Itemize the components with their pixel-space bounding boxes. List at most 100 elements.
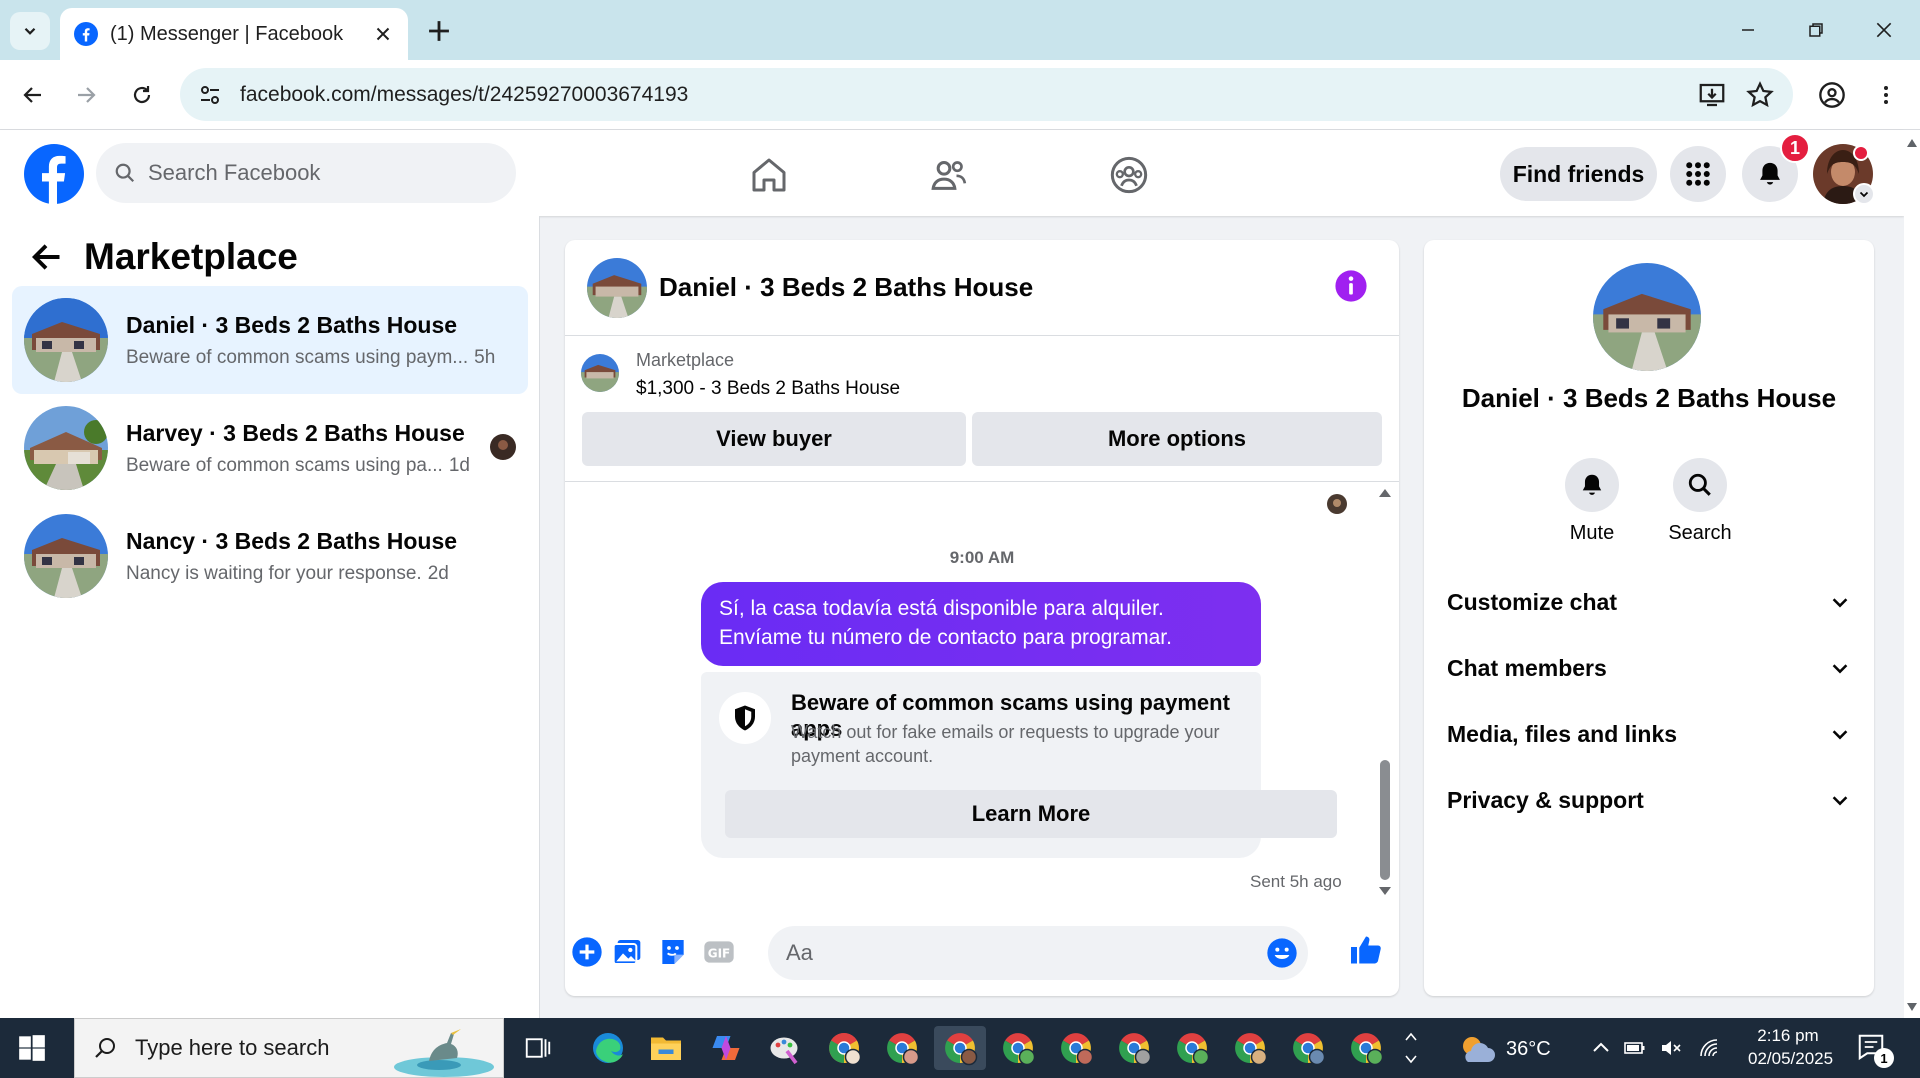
- section-customize-chat[interactable]: Customize chat: [1447, 576, 1851, 628]
- taskbar-file-explorer[interactable]: [640, 1026, 692, 1070]
- taskbar-chrome-1[interactable]: [818, 1026, 870, 1070]
- scroll-up-arrow-icon[interactable]: [1378, 488, 1392, 498]
- menu-button[interactable]: [1670, 146, 1726, 202]
- message-bubble[interactable]: Sí, la casa todavía está disponible para…: [701, 582, 1261, 666]
- conversation-item-nancy[interactable]: Nancy · 3 Beds 2 Baths House Nancy is wa…: [12, 502, 528, 610]
- shield-icon: [735, 705, 755, 731]
- chevron-down-icon: [1832, 598, 1848, 608]
- photo-icon[interactable]: [611, 936, 643, 968]
- facebook-search-box[interactable]: [96, 143, 516, 203]
- emoji-icon[interactable]: [1266, 937, 1298, 969]
- plus-circle-icon[interactable]: [571, 936, 603, 968]
- tab-search-button[interactable]: [10, 12, 50, 50]
- action-center-button[interactable]: 1: [1856, 1032, 1894, 1068]
- taskbar-scroll-icon[interactable]: [1404, 1030, 1418, 1066]
- info-icon[interactable]: [1334, 269, 1368, 303]
- find-friends-button[interactable]: Find friends: [1500, 147, 1657, 201]
- svg-text:GIF: GIF: [708, 946, 731, 960]
- install-app-icon[interactable]: [1697, 80, 1727, 110]
- listing-title[interactable]: $1,300 - 3 Beds 2 Baths House: [636, 378, 900, 400]
- friends-icon: [931, 161, 967, 190]
- chat-avatar[interactable]: [587, 257, 647, 318]
- address-bar[interactable]: facebook.com/messages/t/2425927000367419…: [180, 68, 1793, 121]
- weather-widget[interactable]: 36°C: [1456, 1032, 1551, 1066]
- more-options-button[interactable]: More options: [972, 412, 1382, 466]
- back-arrow-icon[interactable]: [28, 239, 64, 275]
- back-button[interactable]: [15, 77, 51, 113]
- minimize-button[interactable]: [1718, 10, 1778, 50]
- browser-menu-button[interactable]: [1868, 77, 1904, 113]
- message-input-wrap[interactable]: [768, 926, 1308, 980]
- section-privacy-support[interactable]: Privacy & support: [1447, 774, 1851, 826]
- nav-groups[interactable]: [1104, 150, 1154, 200]
- conversation-item-daniel[interactable]: Daniel · 3 Beds 2 Baths House Beware of …: [12, 286, 528, 394]
- restore-button[interactable]: [1786, 10, 1846, 50]
- taskbar-chrome-8[interactable]: [1224, 1026, 1276, 1070]
- groups-icon: [1110, 156, 1148, 194]
- account-menu-button[interactable]: [1853, 183, 1875, 205]
- url-text[interactable]: facebook.com/messages/t/2425927000367419…: [240, 83, 1697, 107]
- thumbs-up-icon[interactable]: [1348, 932, 1384, 968]
- taskbar-search-box[interactable]: Type here to search: [74, 1018, 504, 1078]
- taskbar-copilot[interactable]: [700, 1026, 752, 1070]
- seen-avatar: [1327, 494, 1347, 514]
- site-settings-icon[interactable]: [198, 83, 222, 107]
- task-view-button[interactable]: [512, 1026, 564, 1070]
- conversation-preview: Nancy is waiting for your response.: [126, 562, 422, 584]
- chrome-icon: [945, 1033, 978, 1066]
- gif-icon[interactable]: GIF: [703, 936, 735, 968]
- facebook-search-input[interactable]: [148, 160, 448, 186]
- conversation-item-harvey[interactable]: Harvey · 3 Beds 2 Baths House Beware of …: [12, 394, 528, 502]
- taskbar-chrome-4[interactable]: [992, 1026, 1044, 1070]
- taskbar-chrome-6[interactable]: [1108, 1026, 1160, 1070]
- mute-action[interactable]: Mute: [1542, 458, 1642, 545]
- close-tab-icon[interactable]: [372, 23, 394, 45]
- browser-tab-messenger[interactable]: (1) Messenger | Facebook: [60, 8, 408, 60]
- taskbar-chrome-9[interactable]: [1282, 1026, 1334, 1070]
- learn-more-button[interactable]: Learn More: [725, 790, 1337, 838]
- conversation-list-panel: Marketplace Daniel · 3 Beds 2 Baths Hous…: [0, 216, 540, 1018]
- scroll-down-arrow-icon[interactable]: [1906, 1002, 1918, 1012]
- taskbar-chrome-5[interactable]: [1050, 1026, 1102, 1070]
- taskbar-paint[interactable]: [758, 1026, 810, 1070]
- taskbar-edge[interactable]: [582, 1026, 634, 1070]
- listing-thumbnail: [581, 354, 619, 392]
- section-label: Media, files and links: [1447, 720, 1678, 747]
- sent-status: Sent 5h ago: [1250, 872, 1342, 891]
- view-buyer-button[interactable]: View buyer: [582, 412, 966, 466]
- message-thread[interactable]: 9:00 AM Sí, la casa todavía está disponi…: [565, 482, 1399, 906]
- section-media-files-links[interactable]: Media, files and links: [1447, 708, 1851, 760]
- scroll-up-arrow-icon[interactable]: [1906, 138, 1918, 148]
- sticker-icon[interactable]: [657, 936, 689, 968]
- page-scrollbar[interactable]: [1904, 130, 1920, 1018]
- message-input[interactable]: [786, 940, 1226, 966]
- new-tab-plus-icon[interactable]: [422, 14, 456, 48]
- scroll-down-arrow-icon[interactable]: [1378, 886, 1392, 896]
- profile-button[interactable]: [1814, 77, 1850, 113]
- chat-title[interactable]: Daniel · 3 Beds 2 Baths House: [659, 272, 1033, 303]
- wifi-icon[interactable]: [1696, 1036, 1722, 1060]
- nav-friends[interactable]: [924, 150, 974, 200]
- windows-start-icon[interactable]: [18, 1034, 46, 1062]
- taskbar-chrome-7[interactable]: [1166, 1026, 1218, 1070]
- section-chat-members[interactable]: Chat members: [1447, 642, 1851, 694]
- minimize-icon: [1742, 29, 1754, 31]
- system-clock[interactable]: 2:16 pm 02/05/2025: [1748, 1024, 1833, 1070]
- chat-scrollbar-thumb[interactable]: [1380, 760, 1390, 880]
- tab-title: (1) Messenger | Facebook: [110, 22, 344, 45]
- page-title: Marketplace: [84, 236, 298, 277]
- facebook-logo-icon[interactable]: [24, 144, 84, 204]
- bookmark-star-icon[interactable]: [1745, 80, 1775, 110]
- taskbar-chrome-3-active[interactable]: [934, 1026, 986, 1070]
- volume-muted-icon[interactable]: [1658, 1036, 1684, 1060]
- nav-home[interactable]: [744, 150, 794, 200]
- reload-button[interactable]: [124, 77, 160, 113]
- taskbar-chrome-10[interactable]: [1340, 1026, 1392, 1070]
- search-action[interactable]: Search: [1650, 458, 1750, 545]
- taskbar-chrome-2[interactable]: [876, 1026, 928, 1070]
- marketplace-header: Marketplace: [28, 236, 298, 278]
- chevron-up-icon[interactable]: [1588, 1036, 1614, 1060]
- close-window-button[interactable]: [1854, 10, 1914, 50]
- forward-button[interactable]: [68, 77, 104, 113]
- battery-icon[interactable]: [1622, 1036, 1648, 1060]
